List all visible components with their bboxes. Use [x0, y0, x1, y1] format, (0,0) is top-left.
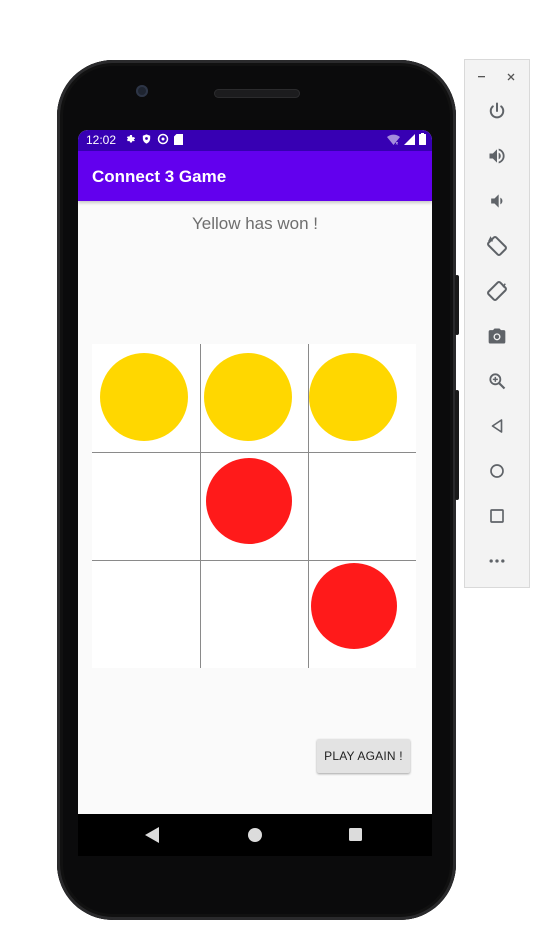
red-disc [206, 458, 292, 544]
zoom-icon[interactable] [482, 366, 512, 396]
volume-up-icon[interactable] [482, 141, 512, 171]
shield-icon [141, 133, 152, 145]
red-disc [311, 563, 397, 649]
rotate-left-icon[interactable] [482, 231, 512, 261]
yellow-disc [309, 353, 397, 441]
board-cell[interactable] [308, 452, 416, 560]
board-cell[interactable] [200, 452, 308, 560]
earpiece-speaker [214, 89, 300, 98]
app-bar: Connect 3 Game [78, 151, 432, 201]
play-again-button[interactable]: PLAY AGAIN ! [317, 739, 410, 773]
more-icon[interactable] [482, 546, 512, 576]
home-icon[interactable] [482, 456, 512, 486]
status-bar: 12:02 x [78, 130, 432, 151]
vpn-icon [157, 133, 169, 145]
home-icon[interactable] [248, 828, 262, 847]
overview-icon[interactable] [349, 828, 362, 846]
board-cell[interactable] [92, 560, 200, 668]
board-cell[interactable] [200, 344, 308, 452]
navigation-bar [78, 814, 432, 856]
svg-text:x: x [396, 141, 399, 145]
sd-card-icon [174, 133, 183, 145]
battery-icon [419, 133, 426, 145]
wifi-icon: x [387, 134, 400, 145]
minimize-icon[interactable] [477, 68, 487, 87]
cell-signal-icon [404, 133, 415, 145]
winner-message: Yellow has won ! [191, 214, 318, 233]
back-icon[interactable] [482, 411, 512, 441]
emulator-toolbar [464, 59, 530, 588]
yellow-disc [100, 353, 188, 441]
app-title: Connect 3 Game [92, 167, 227, 186]
back-icon[interactable] [145, 827, 159, 848]
game-board [92, 344, 416, 668]
board-cell[interactable] [92, 344, 200, 452]
camera-icon[interactable] [482, 321, 512, 351]
device-screen: 12:02 x Connect 3 Game Yellow has won ! … [78, 130, 432, 855]
board-cell[interactable] [92, 452, 200, 560]
front-camera [136, 85, 148, 97]
volume-down-icon[interactable] [482, 186, 512, 216]
board-cell[interactable] [308, 344, 416, 452]
board-cell[interactable] [200, 560, 308, 668]
gear-icon [125, 134, 136, 145]
side-volume-button [455, 390, 459, 500]
side-power-button [455, 275, 459, 335]
power-icon[interactable] [482, 96, 512, 126]
overview-icon[interactable] [482, 501, 512, 531]
rotate-right-icon[interactable] [482, 276, 512, 306]
yellow-disc [204, 353, 292, 441]
close-icon[interactable] [506, 69, 516, 87]
status-time: 12:02 [86, 133, 117, 147]
board-cell[interactable] [308, 560, 416, 668]
